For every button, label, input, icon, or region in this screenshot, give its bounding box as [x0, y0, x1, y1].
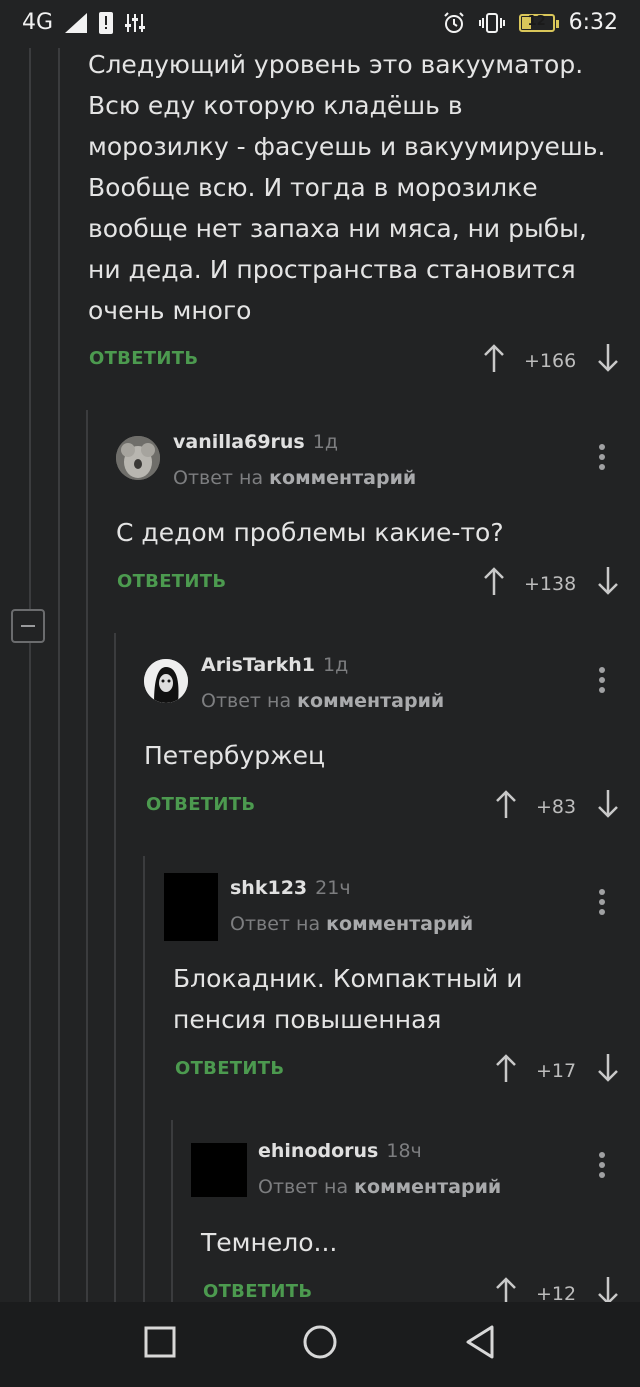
more-options-icon[interactable]: [598, 444, 606, 474]
more-options-icon[interactable]: [598, 889, 606, 919]
upvote-icon[interactable]: [494, 789, 518, 824]
home-button[interactable]: [302, 1324, 338, 1364]
comment-text: С дедом проблемы какие-то?: [116, 518, 504, 547]
battery-icon: 12: [518, 13, 559, 32]
upvote-icon[interactable]: [482, 566, 506, 601]
avatar[interactable]: [164, 873, 218, 941]
reply-to-link[interactable]: Ответ на комментарий: [230, 913, 473, 935]
comment-text: Петербуржец: [144, 741, 325, 770]
thread-line: [143, 856, 145, 1302]
reply-to-link[interactable]: Ответ на комментарий: [173, 467, 416, 489]
vote-controls: +17: [494, 1053, 620, 1088]
clock: 6:32: [568, 10, 618, 35]
vibrate-icon: [478, 12, 505, 34]
thread-line: [29, 48, 31, 609]
reply-button[interactable]: ОТВЕТИТЬ: [146, 794, 255, 815]
avatar[interactable]: [144, 659, 188, 703]
battery-level: 12: [527, 13, 546, 29]
signal-icon: [65, 12, 88, 33]
thread-line: [114, 633, 116, 1302]
thread-line: [29, 643, 31, 1302]
status-bar: 4G 12 6:32: [0, 0, 640, 48]
network-type: 4G: [22, 10, 54, 35]
downvote-icon[interactable]: [596, 343, 620, 378]
reply-to-link[interactable]: Ответ на комментарий: [201, 690, 444, 712]
vote-controls: +166: [482, 343, 620, 378]
vote-controls: +83: [494, 789, 620, 824]
more-options-icon[interactable]: [598, 1152, 606, 1182]
thread-line: [58, 48, 60, 1302]
reply-button[interactable]: ОТВЕТИТЬ: [117, 571, 226, 592]
reply-button[interactable]: ОТВЕТИТЬ: [203, 1281, 312, 1302]
alarm-icon: [443, 11, 465, 34]
avatar[interactable]: [116, 436, 160, 480]
equalizer-icon: [125, 13, 146, 33]
recent-apps-button[interactable]: [144, 1326, 176, 1362]
comment-time: 21ч: [315, 877, 351, 899]
score: +138: [524, 572, 577, 595]
sim-warning-icon: [99, 11, 114, 34]
comment-text: Темнело...: [201, 1228, 338, 1257]
downvote-icon[interactable]: [596, 566, 620, 601]
score: +17: [536, 1059, 577, 1082]
reply-button[interactable]: ОТВЕТИТЬ: [175, 1058, 284, 1079]
comment-text: Блокадник. Компактный и пенсия повышенна…: [173, 964, 523, 1034]
comment-text: Следующий уровень это вакууматор. Всю ед…: [88, 50, 606, 325]
username[interactable]: ehinodorus 18ч: [258, 1140, 422, 1162]
score: +166: [524, 349, 577, 372]
comment-time: 1д: [312, 431, 338, 453]
upvote-icon[interactable]: [494, 1053, 518, 1088]
thread-line: [171, 1120, 173, 1302]
more-options-icon[interactable]: [598, 667, 606, 697]
avatar[interactable]: [191, 1143, 247, 1197]
reply-button[interactable]: ОТВЕТИТЬ: [89, 348, 198, 369]
comment-time: 1д: [322, 654, 349, 676]
score: +83: [536, 795, 577, 818]
downvote-icon[interactable]: [596, 789, 620, 824]
system-navigation-bar: [0, 1302, 640, 1387]
username[interactable]: ArisTarkh1 1д: [201, 654, 348, 676]
username[interactable]: shk123 21ч: [230, 877, 351, 899]
upvote-icon[interactable]: [482, 343, 506, 378]
back-button[interactable]: [464, 1324, 496, 1364]
comment-time: 18ч: [386, 1140, 422, 1162]
username[interactable]: vanilla69rus 1д: [173, 431, 338, 453]
thread-line: [86, 410, 88, 1302]
collapse-thread-button[interactable]: [11, 609, 45, 643]
downvote-icon[interactable]: [596, 1053, 620, 1088]
reply-to-link[interactable]: Ответ на комментарий: [258, 1176, 501, 1198]
vote-controls: +138: [482, 566, 620, 601]
